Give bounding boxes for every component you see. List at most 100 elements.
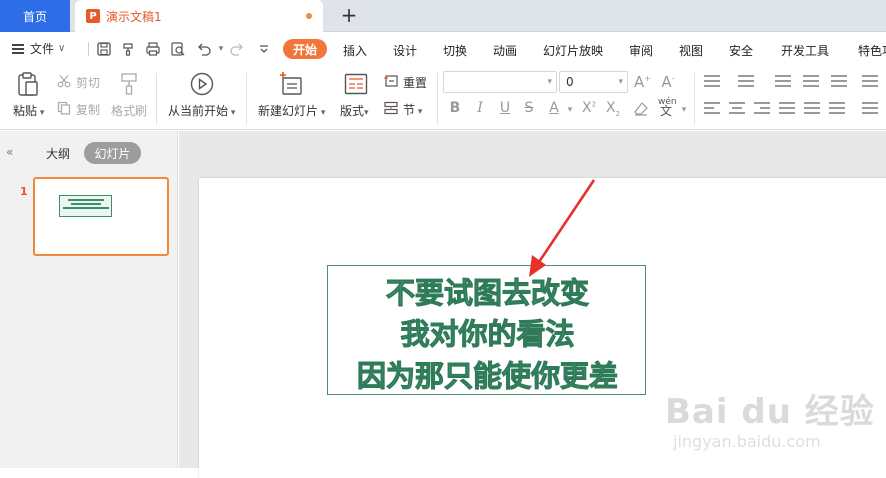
line-spacing-icon[interactable] [831, 75, 847, 87]
tab-review[interactable]: 审阅 [629, 42, 653, 59]
slide-number: 1 [20, 185, 28, 198]
cut-button[interactable]: 剪切 [76, 74, 100, 91]
thumbnail-text-line [70, 203, 101, 205]
font-size-value: 0 [566, 75, 574, 89]
reset-icon [384, 75, 398, 87]
tab-slides[interactable]: 幻灯片 [84, 142, 141, 164]
ribbon-toolbar: 粘贴 ▾ 剪切 复制 格式刷 从当前开始 ▾ 新建幻灯片 ▾ 版式▾ 重置 节 … [0, 65, 886, 130]
tab-special[interactable]: 特色功能 [858, 42, 886, 59]
divider [694, 73, 695, 125]
copy-button[interactable]: 复制 [76, 101, 100, 118]
distributed-icon[interactable] [804, 102, 820, 114]
superscript-icon[interactable]: X2 [581, 100, 597, 116]
increase-indent-icon[interactable] [803, 75, 819, 87]
tab-document[interactable]: P 演示文稿1 [75, 0, 323, 32]
font-color-icon[interactable]: A [546, 100, 562, 116]
divider [88, 42, 89, 56]
from-current-label: 从当前开始 [168, 104, 229, 118]
watermark: Bai du 经验 jingyan.baidu.com [665, 380, 880, 460]
play-icon [190, 72, 214, 96]
format-brush-icon [121, 73, 137, 95]
justify-icon[interactable] [779, 102, 795, 114]
file-menu[interactable]: 文件 ∨ [12, 40, 65, 57]
watermark-logo: Bai du 经验 [665, 392, 875, 432]
bullet-list-icon[interactable] [704, 75, 720, 87]
divider [246, 73, 247, 125]
tab-outline[interactable]: 大纲 [46, 145, 70, 162]
reset-button[interactable]: 重置 [403, 74, 427, 91]
tab-developer[interactable]: 开发工具 [781, 42, 829, 59]
chevron-down-icon: ▾ [547, 77, 552, 87]
file-menu-label: 文件 [30, 42, 55, 56]
tab-home[interactable]: 首页 [0, 0, 70, 32]
menu-bar: 文件 ∨ ▾ 开始 插入 设计 切换 动画 幻灯片放映 审阅 视图 安全 开发工… [0, 32, 886, 65]
more-icon[interactable] [256, 41, 272, 57]
layout-icon [344, 73, 368, 95]
tab-security[interactable]: 安全 [729, 42, 753, 59]
undo-icon[interactable] [196, 41, 212, 57]
divider [437, 73, 438, 125]
paste-button[interactable]: 粘贴 ▾ [13, 102, 44, 119]
undo-dropdown-icon[interactable]: ▾ [213, 41, 229, 57]
section-button[interactable]: 节 ▾ [403, 101, 422, 118]
numbered-list-icon[interactable] [738, 75, 754, 87]
shrink-font-icon[interactable]: A- [660, 73, 676, 91]
collapse-panel-icon[interactable]: « [6, 145, 13, 159]
chevron-down-icon[interactable]: ▾ [676, 105, 692, 115]
chevron-down-icon: ∨ [58, 43, 66, 54]
save-icon[interactable] [96, 41, 112, 57]
paste-icon[interactable] [16, 71, 40, 97]
phonetic-guide-icon[interactable]: wén 文 [658, 98, 677, 118]
scissors-icon [57, 75, 71, 88]
hamburger-icon [12, 43, 24, 54]
grow-font-icon[interactable]: A+ [634, 73, 651, 91]
divider [156, 73, 157, 125]
tab-insert[interactable]: 插入 [343, 42, 367, 59]
slide-thumbnail[interactable] [33, 177, 169, 256]
slide-editor: 不要试图去改变 我对你的看法 因为那只能使你更差 Bai du 经验 jingy… [179, 131, 886, 478]
tab-animation[interactable]: 动画 [493, 42, 517, 59]
tab-transition[interactable]: 切换 [443, 42, 467, 59]
thumbnail-text-line [62, 207, 109, 209]
columns-icon[interactable] [829, 102, 845, 114]
format-painter-icon[interactable] [120, 41, 136, 57]
format-painter-button[interactable]: 格式刷 [111, 102, 147, 119]
print-preview-icon[interactable] [170, 41, 186, 57]
new-tab-button[interactable]: + [338, 4, 360, 26]
layout-button[interactable]: 版式▾ [340, 102, 369, 119]
tab-slideshow[interactable]: 幻灯片放映 [543, 42, 603, 59]
redo-icon[interactable] [229, 41, 245, 57]
document-title: 演示文稿1 [106, 9, 162, 24]
font-name-select[interactable]: ▾ [443, 71, 557, 93]
tab-start[interactable]: 开始 [283, 39, 327, 59]
strikethrough-icon[interactable]: S [521, 100, 537, 116]
align-right-icon[interactable] [754, 102, 770, 114]
chevron-down-icon: ▾ [618, 77, 623, 87]
tab-view[interactable]: 视图 [679, 42, 703, 59]
underline-icon[interactable]: U [497, 100, 513, 116]
align-center-icon[interactable] [729, 102, 745, 114]
layout-label: 版式 [340, 104, 365, 118]
slide-panel: « 大纲 幻灯片 1 [0, 131, 178, 468]
watermark-url: jingyan.baidu.com [673, 432, 821, 451]
presentation-icon: P [86, 9, 100, 23]
italic-icon[interactable]: I [472, 100, 488, 116]
copy-icon [57, 101, 71, 115]
paste-label: 粘贴 [13, 104, 38, 118]
from-current-button[interactable]: 从当前开始 ▾ [168, 102, 235, 119]
font-color-dropdown-icon[interactable]: ▾ [562, 105, 578, 115]
subscript-icon[interactable]: X2 [605, 100, 621, 118]
text-direction-icon[interactable] [862, 75, 878, 87]
thumbnail-textbox [59, 195, 112, 217]
print-icon[interactable] [145, 41, 161, 57]
align-text-icon[interactable] [862, 102, 878, 114]
font-size-select[interactable]: 0 ▾ [559, 71, 628, 93]
align-left-icon[interactable] [704, 102, 720, 114]
new-slide-label: 新建幻灯片 [258, 104, 319, 118]
title-tab-bar: 首页 P 演示文稿1 + [0, 0, 886, 32]
eraser-icon[interactable] [633, 101, 649, 117]
new-slide-button[interactable]: 新建幻灯片 ▾ [258, 102, 325, 119]
bold-icon[interactable]: B [447, 100, 463, 116]
tab-design[interactable]: 设计 [393, 42, 417, 59]
decrease-indent-icon[interactable] [775, 75, 791, 87]
